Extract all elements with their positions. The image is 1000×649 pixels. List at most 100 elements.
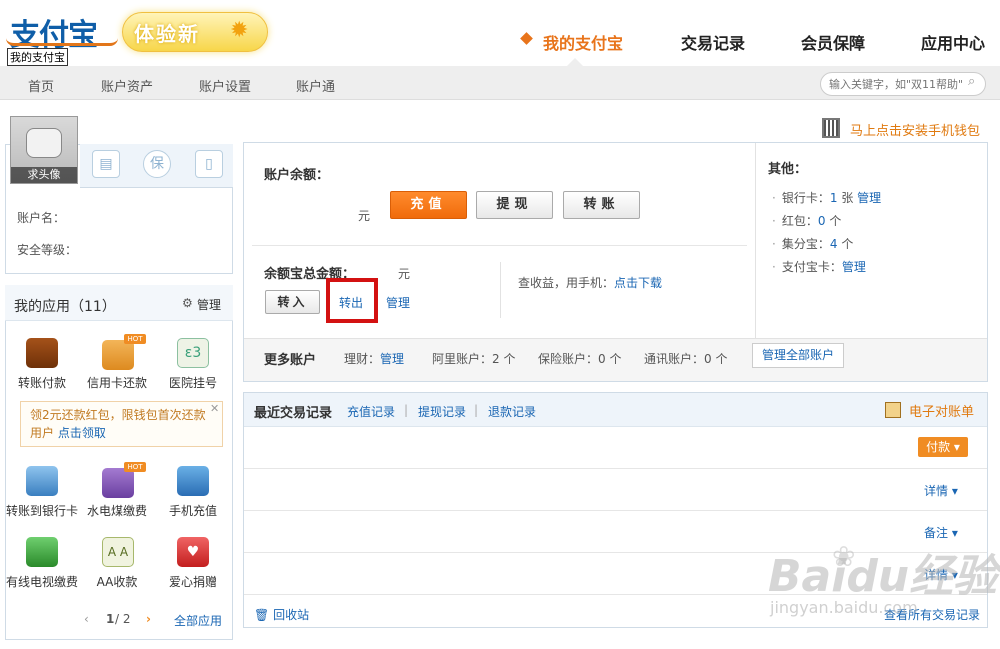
e-statement-link[interactable]: 电子对账单 bbox=[909, 401, 974, 420]
insurance-icon[interactable]: 保 bbox=[143, 150, 171, 178]
mobile-tip: 查收益，用手机：点击下载 bbox=[518, 276, 663, 290]
logo-caption: 我的支付宝 bbox=[7, 48, 68, 66]
bank-card-manage-link[interactable]: 管理 bbox=[857, 191, 881, 205]
highlight-box bbox=[326, 278, 378, 323]
telecom-account-item[interactable]: 通讯账户：0 个 bbox=[644, 350, 727, 367]
nav-my-alipay[interactable]: 我的支付宝 bbox=[543, 30, 623, 54]
hospital-icon[interactable]: ε3 bbox=[177, 338, 209, 368]
licai-manage-link[interactable]: 管理 bbox=[380, 352, 404, 366]
table-row-divider bbox=[244, 468, 987, 469]
alipay-card-item: 支付宝卡：管理 bbox=[772, 258, 866, 275]
promo-text: 领2元还款红包，限钱包首次还款用户 点击领取 bbox=[30, 408, 206, 440]
manage-all-accounts-button[interactable]: 管理全部账户 bbox=[752, 343, 844, 368]
table-row-divider bbox=[244, 510, 987, 511]
more-accounts-label: 更多账户 bbox=[264, 353, 317, 368]
app-credit-card-repay[interactable]: 信用卡还款 bbox=[76, 374, 158, 391]
nav-member-protection[interactable]: 会员保障 bbox=[801, 30, 865, 54]
my-apps-title: 我的应用（11） bbox=[14, 299, 116, 315]
gear-icon: ⚙ bbox=[182, 296, 193, 310]
bank-card-count[interactable]: 1 bbox=[830, 191, 838, 205]
bank-card-icon[interactable] bbox=[26, 466, 58, 496]
chevron-right-icon[interactable]: › bbox=[146, 612, 151, 626]
refund-records-link[interactable]: 退款记录 bbox=[488, 405, 536, 419]
search-icon[interactable]: ⌕ bbox=[968, 74, 975, 89]
subnav-assets[interactable]: 账户资产 bbox=[101, 76, 153, 95]
yuebao-unit: 元 bbox=[398, 267, 411, 281]
nav-caret-icon bbox=[567, 58, 583, 66]
mobile-phone-icon[interactable]: ▯ bbox=[195, 150, 223, 178]
yuebao-divider bbox=[500, 262, 501, 318]
recharge-records-link[interactable]: 充值记录 bbox=[347, 405, 395, 419]
balance-divider bbox=[252, 245, 747, 246]
app-mobile-recharge[interactable]: 手机充值 bbox=[152, 502, 234, 519]
balance-unit: 元 bbox=[358, 209, 371, 223]
mobile-recharge-icon[interactable] bbox=[177, 466, 209, 496]
app-aa-collect[interactable]: AA收款 bbox=[76, 573, 158, 590]
active-nav-diamond-icon bbox=[520, 32, 533, 45]
search-box bbox=[820, 72, 986, 96]
recycle-bin-link[interactable]: 🗑 回收站 bbox=[254, 606, 309, 623]
app-transfer-pay[interactable]: 转账付款 bbox=[1, 374, 83, 391]
app-cable-tv[interactable]: 有线电视缴费 bbox=[1, 573, 83, 590]
trash-icon: 🗑 bbox=[254, 608, 270, 622]
all-apps-link[interactable]: 全部应用 bbox=[174, 614, 222, 628]
transfer-in-button[interactable]: 转入 bbox=[265, 290, 320, 314]
withdraw-button[interactable]: 提现 bbox=[476, 191, 553, 219]
nav-transactions[interactable]: 交易记录 bbox=[681, 30, 745, 54]
ali-account-item[interactable]: 阿里账户：2 个 bbox=[432, 350, 515, 367]
statement-icon bbox=[885, 402, 901, 418]
alipay-card-manage-link[interactable]: 管理 bbox=[842, 260, 866, 274]
qr-code-icon[interactable] bbox=[822, 118, 840, 138]
account-name-label: 账户名： bbox=[17, 211, 66, 225]
app-utilities[interactable]: 水电煤缴费 bbox=[76, 502, 158, 519]
hot-badge: HOT bbox=[124, 334, 146, 344]
transfer-button[interactable]: 转账 bbox=[563, 191, 640, 219]
logo-swoosh bbox=[6, 38, 118, 46]
apps-manage-link[interactable]: 管理 bbox=[197, 296, 221, 313]
withdraw-records-link[interactable]: 提现记录 bbox=[418, 405, 466, 419]
app-donation[interactable]: 爱心捐赠 bbox=[152, 573, 234, 590]
nav-app-center[interactable]: 应用中心 bbox=[921, 30, 985, 54]
chevron-left-icon[interactable]: ‹ bbox=[84, 612, 89, 626]
pager-current: 1 bbox=[106, 612, 115, 626]
hongbao-count[interactable]: 0 bbox=[818, 214, 826, 228]
close-icon[interactable]: ✕ bbox=[210, 402, 219, 415]
subnav-settings[interactable]: 账户设置 bbox=[199, 76, 251, 95]
promo-claim-link[interactable]: 点击领取 bbox=[58, 426, 106, 440]
other-divider bbox=[755, 143, 756, 338]
credit-card-icon[interactable] bbox=[102, 340, 134, 370]
separator: | bbox=[404, 403, 409, 417]
transfer-pay-icon[interactable] bbox=[26, 338, 58, 368]
aa-collect-icon[interactable]: A A bbox=[102, 537, 134, 567]
app-transfer-to-bank[interactable]: 转账到银行卡 bbox=[1, 502, 83, 519]
install-mobile-wallet-link[interactable]: 马上点击安装手机钱包 bbox=[850, 120, 980, 139]
licai-item: 理财：管理 bbox=[344, 352, 405, 366]
insurance-account-item[interactable]: 保险账户：0 个 bbox=[538, 350, 621, 367]
robot-avatar-icon bbox=[26, 128, 62, 158]
balance-label: 账户余额： bbox=[264, 168, 330, 183]
id-card-icon[interactable]: ▤ bbox=[92, 150, 120, 178]
avatar-caption[interactable]: 求头像 bbox=[11, 167, 77, 183]
transactions-title: 最近交易记录 bbox=[254, 406, 333, 421]
yuebao-manage-link[interactable]: 管理 bbox=[386, 296, 410, 310]
app-hospital-booking[interactable]: 医院挂号 bbox=[152, 374, 234, 391]
other-title: 其他： bbox=[768, 162, 808, 177]
row-note-link[interactable]: 备注 ▾ bbox=[924, 524, 958, 541]
heart-icon[interactable]: ♥ bbox=[177, 537, 209, 567]
download-app-link[interactable]: 点击下载 bbox=[614, 276, 662, 290]
recharge-button[interactable]: 充值 bbox=[390, 191, 467, 219]
baidu-watermark: Baidu经验 bbox=[768, 551, 998, 602]
search-input[interactable] bbox=[829, 76, 965, 92]
try-new-label: 体验新 bbox=[134, 22, 200, 46]
tv-icon[interactable] bbox=[26, 537, 58, 567]
row-details-link[interactable]: 详情 ▾ bbox=[924, 482, 958, 499]
utilities-icon[interactable] bbox=[102, 468, 134, 498]
hongbao-item: 红包：0 个 bbox=[772, 212, 842, 229]
pager-total: / 2 bbox=[115, 612, 131, 626]
security-level-label: 安全等级： bbox=[17, 243, 78, 257]
pay-filter-button[interactable]: 付款 ▾ bbox=[918, 437, 968, 457]
subnav-home[interactable]: 首页 bbox=[28, 76, 54, 95]
gear-icon: ✹ bbox=[230, 18, 249, 43]
subnav-account-pass[interactable]: 账户通 bbox=[296, 76, 335, 95]
jifenbao-count[interactable]: 4 bbox=[830, 237, 838, 251]
